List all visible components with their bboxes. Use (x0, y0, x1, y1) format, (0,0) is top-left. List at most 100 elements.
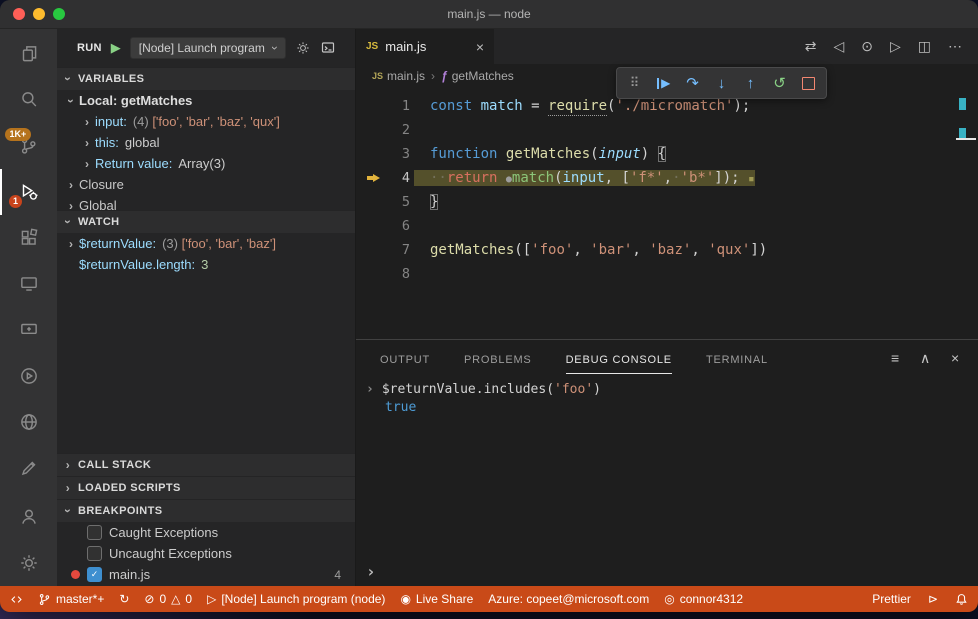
breakpoints-section-header[interactable]: › BREAKPOINTS (57, 499, 355, 522)
code-line[interactable]: 7 getMatches(['foo', 'bar', 'baz', 'qux']… (356, 238, 978, 262)
console-input-prompt-icon[interactable]: › (366, 562, 376, 581)
remote-indicator[interactable] (10, 593, 23, 606)
azure-account-status[interactable]: Azure: copeet@microsoft.com (488, 592, 649, 606)
breakpoint-checkbox[interactable] (87, 525, 102, 540)
debug-session-status[interactable]: ▷ [Node] Launch program (node) (207, 592, 385, 606)
github-account-status[interactable]: ◎ connor4312 (664, 592, 743, 606)
sidebar-item-extensions[interactable] (0, 215, 57, 261)
accounts-button[interactable] (0, 494, 57, 540)
variables-section-header[interactable]: › VARIABLES (57, 67, 355, 90)
run-forward-icon[interactable]: ▷ (890, 38, 901, 55)
code-line[interactable]: 3 function getMatches(input) { (356, 142, 978, 166)
call-stack-section-header[interactable]: › CALL STACK (57, 453, 355, 476)
code-editor[interactable]: 1 const match = require('./micromatch'); 2… (356, 88, 978, 339)
tab-output[interactable]: OUTPUT (380, 343, 430, 373)
breakpoint-row[interactable]: ✓ main.js 4 (57, 564, 355, 585)
step-over-button[interactable]: ↷ (678, 70, 707, 96)
gutter-glyph-margin[interactable] (362, 173, 384, 183)
loaded-scripts-section-header[interactable]: › LOADED SCRIPTS (57, 476, 355, 499)
tree-row[interactable]: › Local: getMatches (57, 90, 355, 111)
sidebar-item-run-debug[interactable]: 1 (0, 169, 57, 215)
more-actions-icon[interactable]: ⋯ (948, 38, 962, 55)
start-debugging-button[interactable]: ▶ (111, 40, 121, 56)
tree-row[interactable]: › this: global (57, 132, 355, 153)
open-debug-console-button[interactable] (320, 40, 336, 56)
variable-value: 3 (201, 257, 209, 272)
sidebar-item-gitlens[interactable] (0, 445, 57, 491)
prettier-status[interactable]: Prettier (872, 592, 911, 606)
drag-handle[interactable]: ⠿ (620, 70, 649, 96)
tree-row[interactable]: $returnValue.length: 3 (57, 254, 355, 275)
restart-button[interactable]: ↺ (765, 70, 794, 96)
tab-terminal[interactable]: TERMINAL (706, 343, 768, 373)
stop-button[interactable] (794, 70, 823, 96)
traffic-lights (13, 8, 65, 20)
tab-problems[interactable]: PROBLEMS (464, 343, 532, 373)
breakpoint-checkbox[interactable] (87, 546, 102, 561)
js-file-icon: JS (366, 41, 379, 52)
tree-row[interactable]: › $returnValue: (3) ['foo', 'bar', 'baz'] (57, 233, 355, 254)
close-window-button[interactable] (13, 8, 25, 20)
record-icon[interactable]: ⊙ (861, 38, 873, 55)
tree-row[interactable]: › Closure (57, 174, 355, 195)
problems-status[interactable]: ⊘ 0 △ 0 (144, 592, 192, 606)
debug-console[interactable]: › $returnValue.includes('foo') true (356, 376, 978, 415)
notifications-button[interactable] (955, 593, 968, 606)
breakpoint-checkbox[interactable]: ✓ (87, 567, 102, 582)
code-line[interactable]: 2 (356, 118, 978, 142)
step-into-button[interactable]: ↓ (707, 70, 736, 96)
code-line[interactable]: 5} (356, 190, 978, 214)
continue-button[interactable]: ▶ (649, 70, 678, 96)
git-branch-status[interactable]: master*+ (38, 592, 104, 606)
breakpoint-row[interactable]: Caught Exceptions (57, 522, 355, 543)
configure-gear-button[interactable] (295, 40, 311, 56)
close-tab-icon[interactable]: × (476, 39, 484, 55)
reverse-continue-icon[interactable]: ◁ (833, 38, 844, 55)
split-editor-icon[interactable]: ◫ (918, 38, 931, 55)
line-number: 1 (401, 98, 410, 114)
code-line[interactable]: 6 (356, 214, 978, 238)
twisty-icon: › (61, 76, 75, 82)
sidebar-item-github[interactable] (0, 399, 57, 445)
breadcrumb-file[interactable]: JS main.js (372, 69, 425, 83)
live-share-button[interactable]: ◉ Live Share (400, 592, 473, 606)
launch-config-dropdown[interactable]: [Node] Launch program › (129, 37, 286, 59)
sidebar-item-remote-explorer[interactable] (0, 261, 57, 307)
sidebar-item-explorer[interactable] (0, 31, 57, 77)
twisty-icon: › (61, 508, 75, 514)
tab-main-js[interactable]: JS main.js × (356, 29, 494, 64)
sidebar-item-source-control[interactable]: 1K+ (0, 123, 57, 169)
breakpoint-row[interactable]: Uncaught Exceptions (57, 543, 355, 564)
titlebar[interactable]: main.js — node (0, 0, 978, 29)
breakpoints-list: Caught Exceptions Uncaught Exceptions ✓ mai… (57, 522, 355, 586)
panel-actions: ≡ ∧ × (891, 350, 978, 367)
line-number: 8 (401, 266, 410, 282)
filter-icon[interactable]: ≡ (891, 350, 900, 367)
watch-section-header[interactable]: › WATCH (57, 210, 355, 233)
feedback-button[interactable]: ⊳ (928, 592, 938, 606)
open-changes-icon[interactable]: ⇄ (805, 38, 817, 55)
tab-debug-console[interactable]: DEBUG CONSOLE (565, 343, 672, 374)
sidebar-item-live-share[interactable] (0, 307, 57, 353)
maximize-panel-icon[interactable]: ∧ (920, 350, 931, 367)
sidebar-item-search[interactable] (0, 77, 57, 123)
sidebar-item-test-explorer[interactable] (0, 353, 57, 399)
watch-title: WATCH (78, 216, 120, 228)
tree-row[interactable]: › input: (4) ['foo', 'bar', 'baz', 'qux'] (57, 111, 355, 132)
settings-button[interactable] (0, 540, 57, 586)
code-text: ··return ●match(input, ['f*',·'b*']); ▪ (430, 170, 755, 186)
code-line[interactable]: 8 (356, 262, 978, 286)
source-control-badge: 1K+ (5, 128, 31, 141)
pencil-icon (21, 461, 36, 476)
tree-row[interactable]: › Return value: Array(3) (57, 153, 355, 174)
live-share-icon: ◉ (400, 592, 411, 606)
zoom-window-button[interactable] (53, 8, 65, 20)
overview-ruler[interactable] (956, 92, 976, 339)
step-out-button[interactable]: ↑ (736, 70, 765, 96)
sync-changes-button[interactable]: ↻ (119, 592, 129, 606)
code-line[interactable]: 4 ··return ●match(input, ['f*',·'b*']); ▪ (356, 166, 978, 190)
minimize-window-button[interactable] (33, 8, 45, 20)
breadcrumb-symbol[interactable]: ƒ getMatches (441, 69, 514, 83)
tree-row[interactable]: › Global (57, 195, 355, 210)
close-panel-icon[interactable]: × (951, 350, 960, 367)
